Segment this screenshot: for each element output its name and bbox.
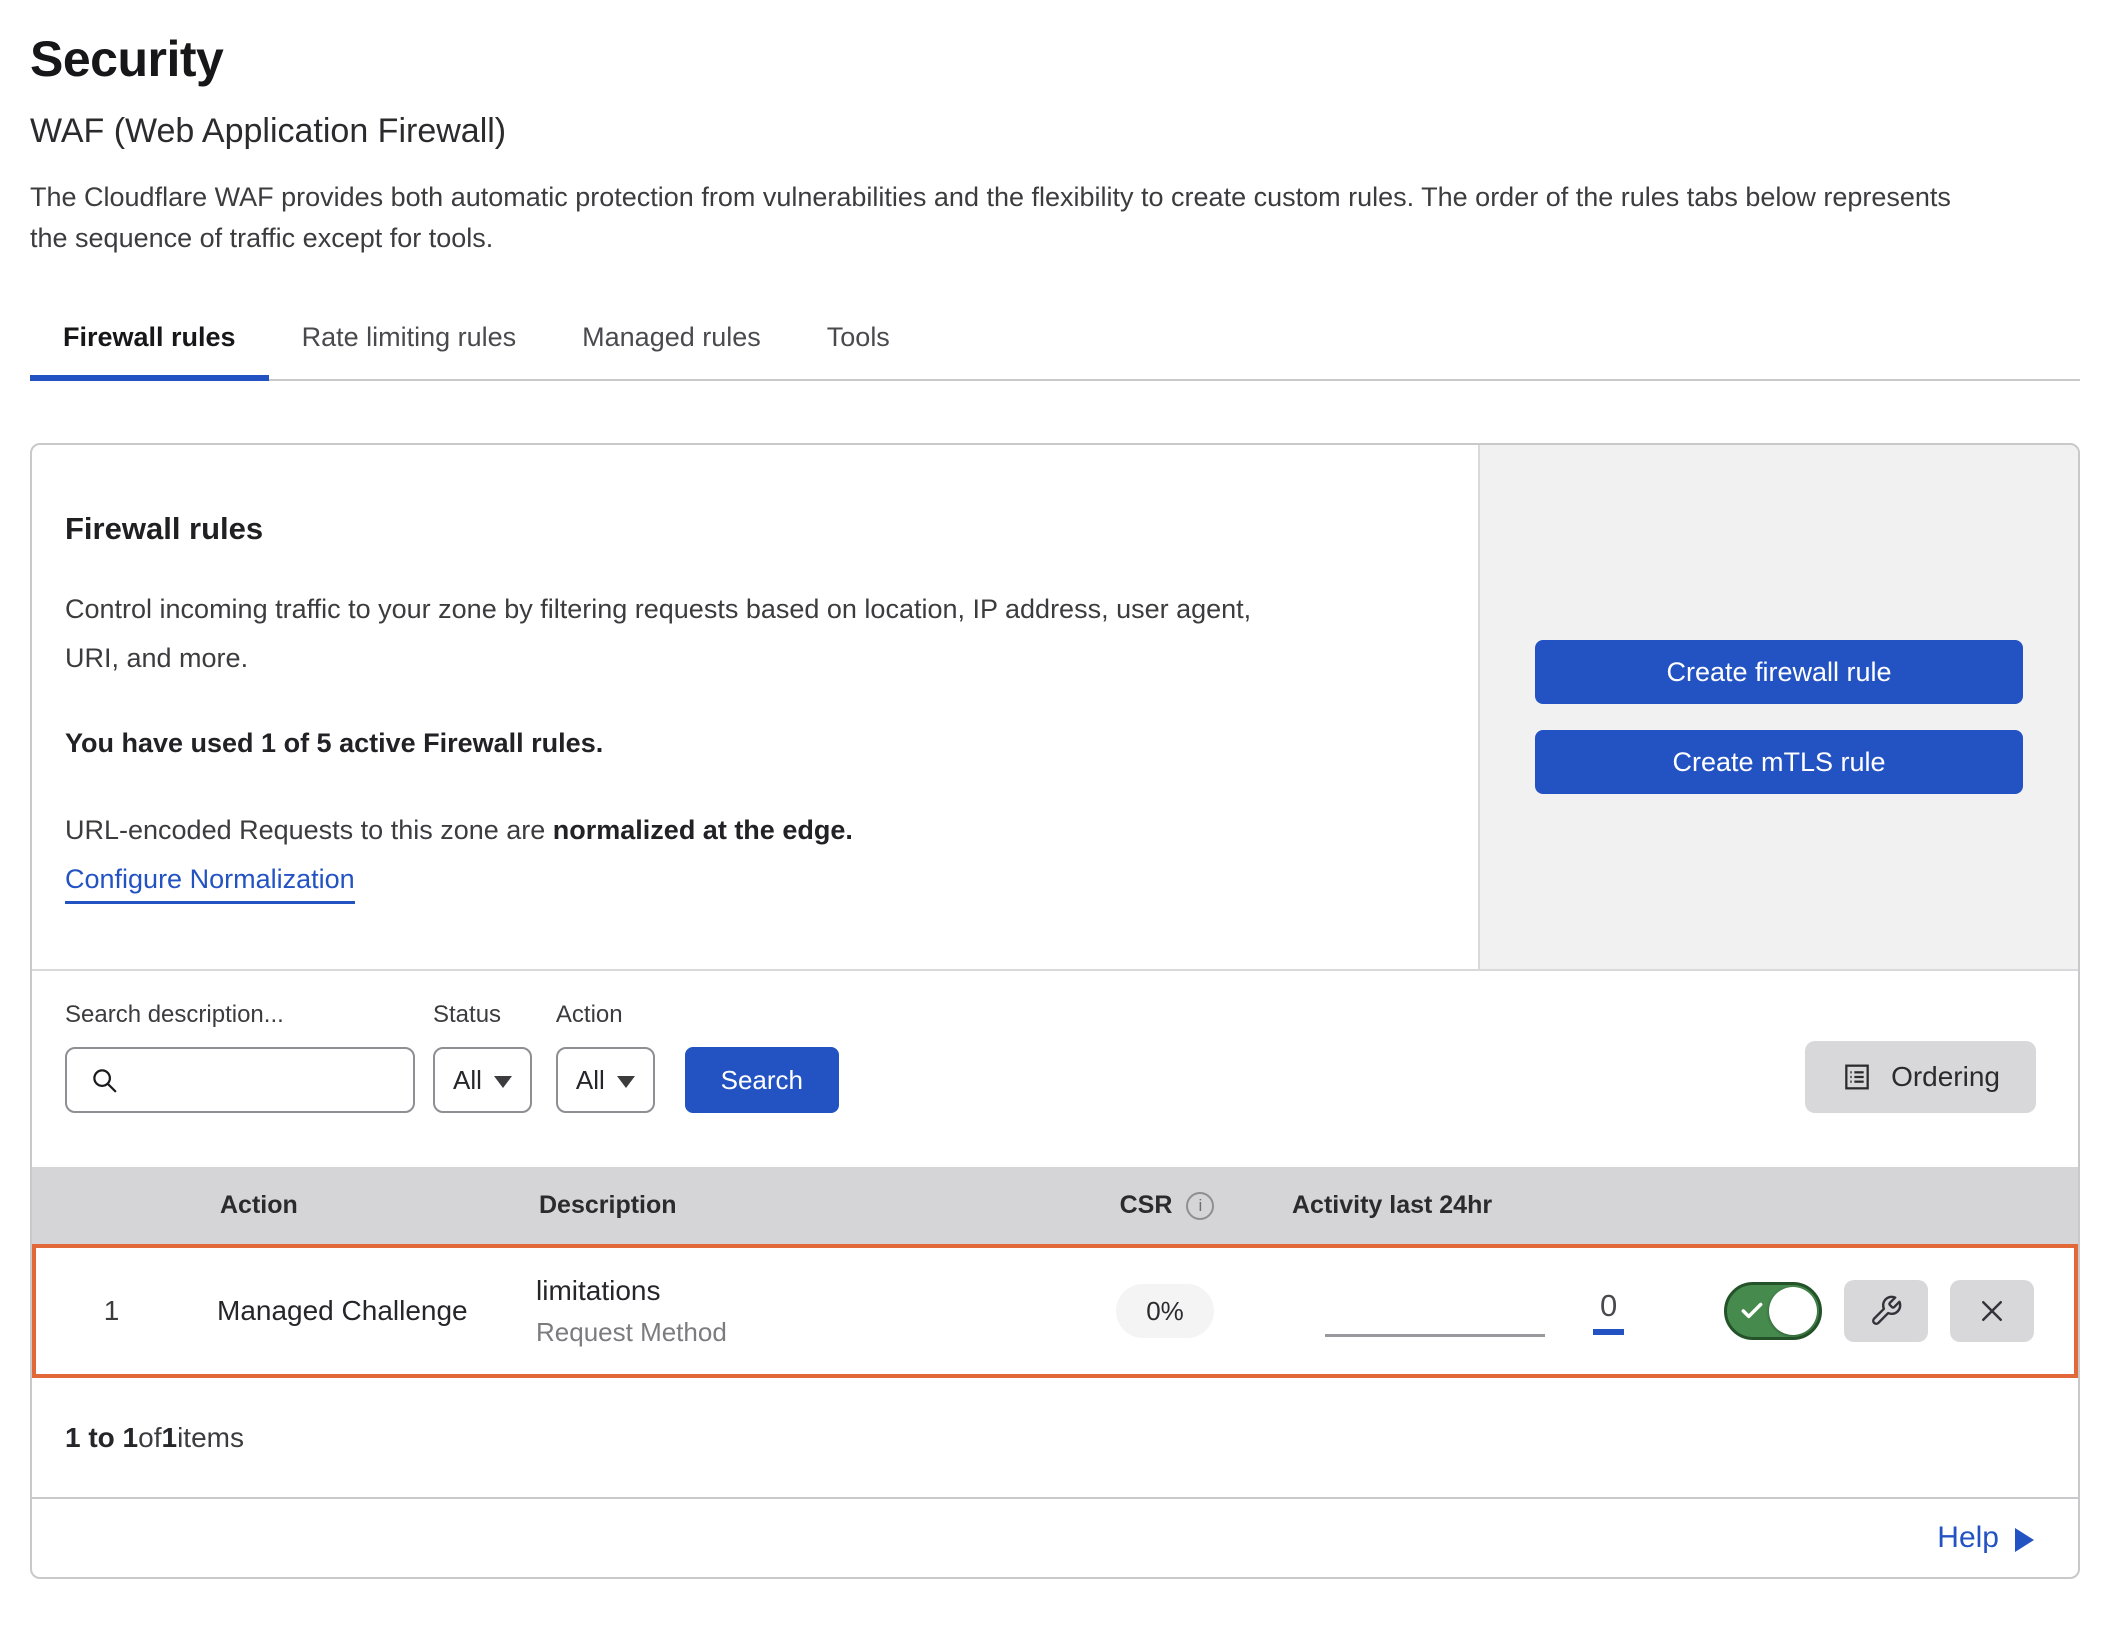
action-column-header: Action (187, 1191, 502, 1220)
activity-sparkline (1325, 1334, 1545, 1337)
csr-badge: 0% (1116, 1284, 1214, 1338)
action-dropdown-value: All (576, 1065, 605, 1096)
rule-expression-summary: Request Method (536, 1317, 1042, 1348)
delete-rule-button[interactable] (1950, 1280, 2034, 1342)
firewall-rules-overview: Firewall rules Control incoming traffic … (32, 445, 2078, 969)
csr-column-header: CSR i (1120, 1191, 1215, 1220)
items-label: items (177, 1422, 244, 1454)
page-description: The Cloudflare WAF provides both automat… (30, 177, 1960, 258)
action-dropdown[interactable]: All (556, 1047, 655, 1113)
rule-enabled-toggle[interactable] (1724, 1282, 1822, 1340)
status-filter-group: Status All (433, 1001, 532, 1113)
rule-activity-cell: 0 (1288, 1280, 2074, 1342)
items-range: 1 to 1 (65, 1422, 138, 1454)
help-link[interactable]: Help (1937, 1521, 2034, 1555)
overview-text-panel: Firewall rules Control incoming traffic … (32, 445, 1478, 969)
help-row: Help (32, 1499, 2078, 1577)
close-icon (1977, 1296, 2007, 1326)
help-link-label: Help (1937, 1521, 1999, 1555)
info-icon[interactable]: i (1186, 1192, 1214, 1220)
overview-body: Control incoming traffic to your zone by… (65, 585, 1295, 682)
page-subtitle: WAF (Web Application Firewall) (30, 112, 2080, 151)
play-arrow-icon (2015, 1528, 2034, 1552)
page-content: Security WAF (Web Application Firewall) … (30, 0, 2080, 1579)
table-row: 1 Managed Challenge limitations Request … (32, 1244, 2078, 1378)
rule-description-cell[interactable]: limitations Request Method (502, 1275, 1042, 1348)
tab-firewall-rules[interactable]: Firewall rules (30, 310, 269, 379)
usage-summary: You have used 1 of 5 active Firewall rul… (65, 728, 1438, 759)
overview-heading: Firewall rules (65, 511, 1438, 547)
ordering-button-label: Ordering (1891, 1061, 2000, 1093)
normalization-text: URL-encoded Requests to this zone are (65, 815, 553, 845)
csr-header-label: CSR (1120, 1191, 1173, 1220)
items-total: 1 (162, 1422, 178, 1454)
rule-priority: 1 (36, 1295, 187, 1327)
waf-security-page: Security WAF (Web Application Firewall) … (0, 0, 2114, 1638)
create-firewall-rule-button[interactable]: Create firewall rule (1535, 640, 2023, 704)
rule-description: limitations (536, 1275, 1042, 1307)
activity-column-header: Activity last 24hr (1292, 1191, 2078, 1220)
search-input-wrapper (65, 1047, 415, 1113)
normalization-bold: normalized at the edge. (553, 815, 853, 845)
tab-tools[interactable]: Tools (794, 310, 923, 379)
status-dropdown-value: All (453, 1065, 482, 1096)
rule-action: Managed Challenge (187, 1295, 502, 1327)
toggle-knob (1769, 1287, 1817, 1335)
filters-bar: Search description... Status All Action (32, 969, 2078, 1167)
tab-managed-rules[interactable]: Managed rules (549, 310, 794, 379)
search-label: Search description... (65, 1001, 415, 1029)
chevron-down-icon (494, 1076, 512, 1088)
check-icon (1739, 1298, 1765, 1324)
ordering-button[interactable]: Ordering (1805, 1041, 2036, 1113)
activity-count-link[interactable]: 0 (1593, 1288, 1624, 1335)
create-actions-panel: Create firewall rule Create mTLS rule (1478, 445, 2078, 969)
search-input[interactable] (133, 1066, 413, 1095)
configure-normalization-link[interactable]: Configure Normalization (65, 864, 355, 904)
tab-rate-limiting-rules[interactable]: Rate limiting rules (269, 310, 550, 379)
search-group: Search description... (65, 1001, 415, 1113)
status-label: Status (433, 1001, 532, 1029)
search-icon (89, 1065, 119, 1095)
firewall-rules-card: Firewall rules Control incoming traffic … (30, 443, 2080, 1579)
chevron-down-icon (617, 1076, 635, 1088)
wrench-icon (1869, 1294, 1903, 1328)
action-filter-group: Action All (556, 1001, 655, 1113)
waf-tabs: Firewall rules Rate limiting rules Manag… (30, 310, 2080, 381)
search-button[interactable]: Search (685, 1047, 839, 1113)
rules-table-header: Action Description CSR i Activity last 2… (32, 1167, 2078, 1244)
items-of: of (138, 1422, 161, 1454)
normalization-note: URL-encoded Requests to this zone are no… (65, 815, 1438, 846)
pagination-summary: 1 to 1 of 1 items (32, 1378, 2078, 1499)
rule-csr-cell: 0% (1116, 1296, 1214, 1327)
description-column-header: Description (502, 1191, 1042, 1220)
create-mtls-rule-button[interactable]: Create mTLS rule (1535, 730, 2023, 794)
status-dropdown[interactable]: All (433, 1047, 532, 1113)
edit-rule-button[interactable] (1844, 1280, 1928, 1342)
page-title: Security (30, 30, 2080, 88)
action-label: Action (556, 1001, 655, 1029)
list-document-icon (1841, 1061, 1873, 1093)
